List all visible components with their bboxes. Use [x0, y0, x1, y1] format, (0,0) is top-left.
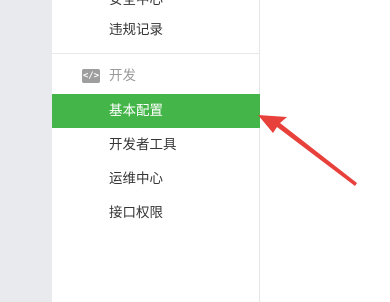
- annotation-arrow: [258, 115, 357, 186]
- annotation-arrow-shape: [258, 115, 357, 186]
